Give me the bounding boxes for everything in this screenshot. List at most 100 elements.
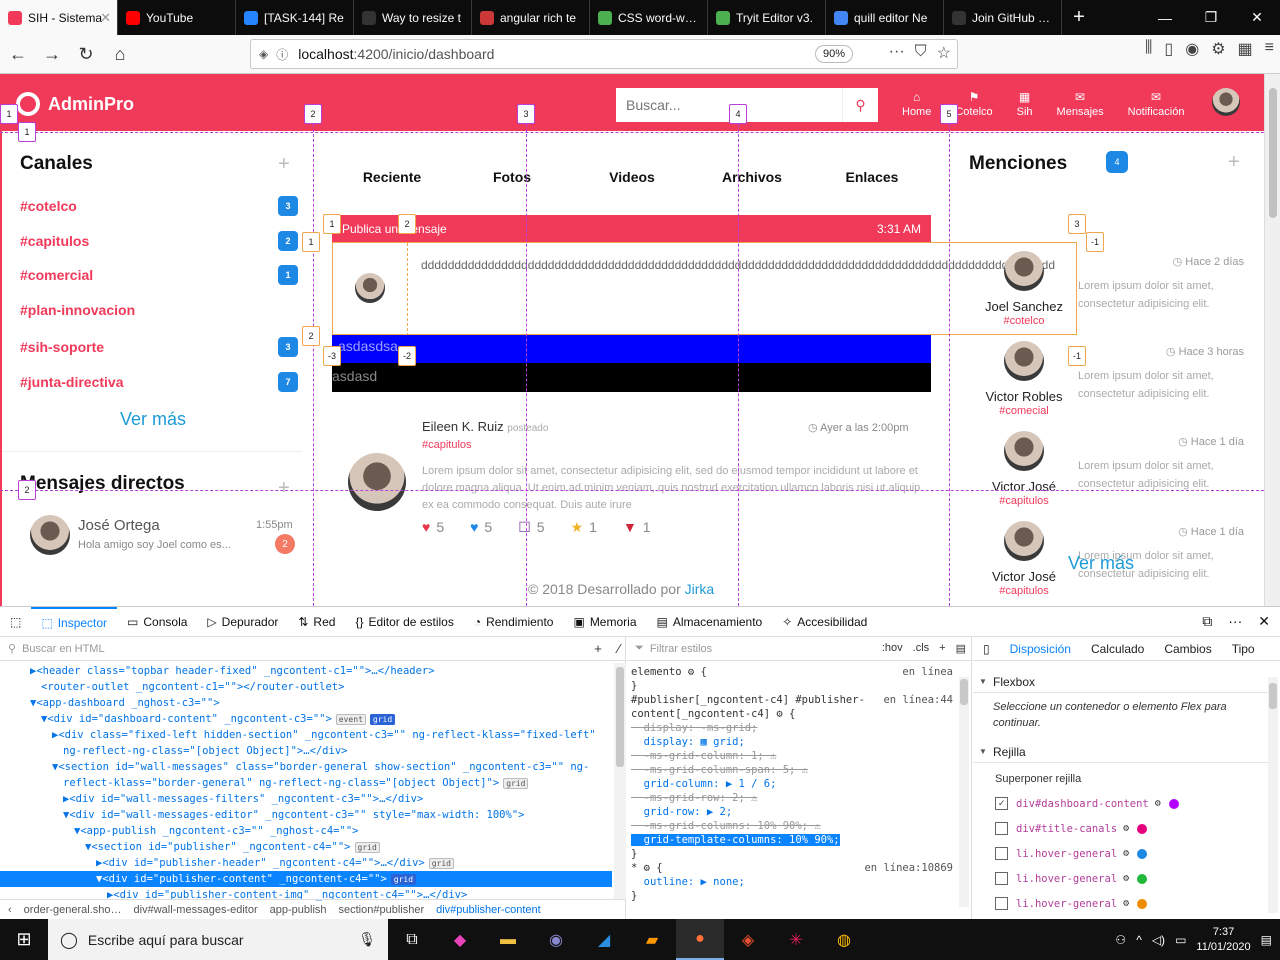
- mention-tag[interactable]: #capitulos: [962, 495, 1086, 507]
- css-rule-source[interactable]: en línea:44: [883, 693, 953, 707]
- add-rule-icon[interactable]: +: [939, 642, 945, 655]
- devtools-tab[interactable]: {} Editor de estilos: [345, 607, 463, 637]
- css-rule-line[interactable]: display: -ms-grid;: [631, 721, 953, 735]
- dom-node[interactable]: ▼<div id="publisher-content" _ngcontent-…: [0, 871, 612, 887]
- overlay-checkbox[interactable]: [995, 847, 1008, 860]
- css-rule-line[interactable]: display: ▦ grid;: [631, 735, 953, 749]
- grid-badge[interactable]: grid: [390, 874, 417, 885]
- grid-overlay-item[interactable]: li.hover-general ⚙: [995, 872, 1148, 885]
- more-icon[interactable]: ···: [1228, 613, 1242, 630]
- task-view-icon[interactable]: ⧉: [388, 919, 436, 960]
- channel-item[interactable]: #cotelco 3: [20, 196, 298, 216]
- dock-icon[interactable]: ⧉: [1202, 613, 1212, 630]
- mention-item[interactable]: Victor José #capitulos ◷ Hace 1 día Lorem i…: [950, 431, 1264, 521]
- scrollbar-thumb[interactable]: [1269, 683, 1277, 709]
- css-rule-line[interactable]: }: [631, 679, 953, 693]
- breadcrumb-item[interactable]: div#publisher-content: [436, 904, 541, 916]
- devtools-tab[interactable]: ▭ Consola: [117, 607, 197, 637]
- browser-tab[interactable]: YouTube: [118, 0, 236, 35]
- grid-badge[interactable]: grid: [354, 842, 380, 853]
- post-action[interactable]: ☐ 5: [518, 519, 544, 536]
- firefox-icon[interactable]: ●: [676, 919, 724, 960]
- extension-icon[interactable]: ⚙: [1211, 39, 1225, 59]
- css-rule-line[interactable]: grid-template-columns: 10% 90%;: [631, 833, 953, 847]
- dom-node[interactable]: ▼<div id="dashboard-content" _ngcontent-…: [0, 711, 612, 727]
- browser-tab[interactable]: [TASK-144] Re: [236, 0, 354, 35]
- browser-tab[interactable]: SIH - Sistema ✕: [0, 0, 118, 35]
- devtools-tab[interactable]: ⬚ Inspector: [31, 606, 118, 637]
- tab-archivos[interactable]: Archivos: [692, 169, 812, 185]
- dom-node[interactable]: ng-reflect-ng-class="[object Object]">…<…: [0, 743, 612, 759]
- channel-item[interactable]: #plan-innovacion: [20, 302, 298, 318]
- overlay-checkbox[interactable]: [995, 872, 1008, 885]
- devtools-tab[interactable]: ▣ Memoria: [563, 607, 646, 637]
- color-swatch-icon[interactable]: [1137, 848, 1148, 859]
- css-rule-source[interactable]: en línea:10869: [864, 861, 953, 875]
- menu-icon[interactable]: ≡: [1265, 39, 1274, 59]
- pocket-icon[interactable]: ⛉: [915, 43, 927, 63]
- css-rule-line[interactable]: content[_ngcontent-c4] ⚙ {: [631, 707, 953, 721]
- overlay-checkbox[interactable]: [995, 897, 1008, 910]
- css-rule-line[interactable]: -ms-grid-row: 2; ⚠: [631, 791, 953, 805]
- close-tab-icon[interactable]: ✕: [100, 10, 111, 26]
- cls-button[interactable]: .cls: [913, 642, 930, 655]
- apps-icon[interactable]: ▦: [1238, 39, 1253, 59]
- restore-icon[interactable]: ❐: [1188, 0, 1234, 35]
- css-rule-source[interactable]: en línea: [902, 665, 953, 679]
- people-icon[interactable]: ⚇: [1115, 933, 1126, 947]
- notification-icon[interactable]: ▤: [1261, 933, 1272, 947]
- sidebar-icon[interactable]: ▯: [1164, 39, 1173, 59]
- direct-name[interactable]: José Ortega: [78, 517, 160, 534]
- css-rule-line[interactable]: -ms-grid-column: 1; ⚠: [631, 749, 953, 763]
- html-search[interactable]: ⚲ Buscar en HTML + ⁄: [0, 637, 626, 661]
- top-nav-item[interactable]: ▦ Sih: [1005, 90, 1045, 118]
- post-tag[interactable]: #capitulos: [422, 439, 472, 451]
- top-nav-item[interactable]: ✉ Notificación: [1116, 90, 1197, 118]
- footer-link[interactable]: Jirka: [685, 581, 715, 597]
- search-icon[interactable]: ⚲: [842, 88, 878, 122]
- devtools-tab[interactable]: ⇅ Red: [288, 607, 345, 637]
- color-swatch-icon[interactable]: [1137, 873, 1148, 884]
- clock[interactable]: 7:37 11/01/2020: [1196, 925, 1250, 955]
- layout-tab[interactable]: Calculado: [1081, 642, 1154, 656]
- css-rule-line[interactable]: * ⚙ {en línea:10869: [631, 861, 953, 875]
- overlay-checkbox[interactable]: ✓: [995, 797, 1008, 810]
- channel-item[interactable]: #junta-directiva 7: [20, 372, 298, 392]
- post-author-name[interactable]: Eileen K. Ruiz: [422, 419, 504, 434]
- eyedropper-icon[interactable]: ⁄: [618, 641, 620, 656]
- taskbar-search[interactable]: ◯ Escribe aquí para buscar 🎙: [48, 919, 388, 960]
- color-swatch-icon[interactable]: [1137, 898, 1148, 909]
- dom-node[interactable]: ▼<div id="wall-messages-editor" _ngconte…: [0, 807, 612, 823]
- more-icon[interactable]: ···: [889, 43, 905, 63]
- tab-enlaces[interactable]: Enlaces: [812, 169, 932, 185]
- dom-node[interactable]: ▼<section id="publisher" _ngcontent-c4="…: [0, 839, 612, 855]
- breadcrumb-item[interactable]: section#publisher: [339, 904, 425, 916]
- browser-tab[interactable]: quill editor Ne: [826, 0, 944, 35]
- devtools-tab[interactable]: ▷ Depurador: [197, 607, 288, 637]
- grid-overlay-item[interactable]: div#title-canals ⚙: [995, 822, 1148, 835]
- reload-icon[interactable]: ↻: [70, 38, 102, 70]
- breadcrumb-item[interactable]: app-publish: [270, 904, 327, 916]
- channel-item[interactable]: #sih-soporte 3: [20, 337, 298, 357]
- color-swatch-icon[interactable]: [1168, 798, 1179, 809]
- color-swatch-icon[interactable]: [1137, 823, 1148, 834]
- post-action[interactable]: ♥ 5: [422, 519, 444, 536]
- vscode-icon[interactable]: ◢: [580, 919, 628, 960]
- add-mention-icon[interactable]: +: [1228, 151, 1240, 174]
- library-icon[interactable]: ⫼: [1145, 39, 1152, 59]
- devtools-tab[interactable]: ▤ Almacenamiento: [647, 607, 773, 637]
- app-logo[interactable]: AdminPro: [16, 92, 134, 116]
- post-action[interactable]: ★ 1: [571, 519, 597, 536]
- slack-icon[interactable]: ✳: [772, 919, 820, 960]
- chrome-icon[interactable]: ◍: [820, 919, 868, 960]
- back-icon[interactable]: ←: [2, 38, 34, 70]
- channel-item[interactable]: #comercial 1: [20, 265, 298, 285]
- grid-overlay-item[interactable]: li.hover-general ⚙: [995, 897, 1148, 910]
- styles-filter[interactable]: ⏷ Filtrar estilos :hov .cls + ▤: [627, 637, 972, 661]
- forward-icon[interactable]: →: [36, 38, 68, 70]
- dom-tree-scrollbar[interactable]: [614, 663, 626, 899]
- css-rule-line[interactable]: -ms-grid-columns: 10% 90%; ⚠: [631, 819, 953, 833]
- dom-node[interactable]: ▶<div id="wall-messages-filters" _ngcont…: [0, 791, 612, 807]
- css-rule-line[interactable]: grid-column: ▶ 1 / 6;: [631, 777, 953, 791]
- home-icon[interactable]: ⌂: [104, 38, 136, 70]
